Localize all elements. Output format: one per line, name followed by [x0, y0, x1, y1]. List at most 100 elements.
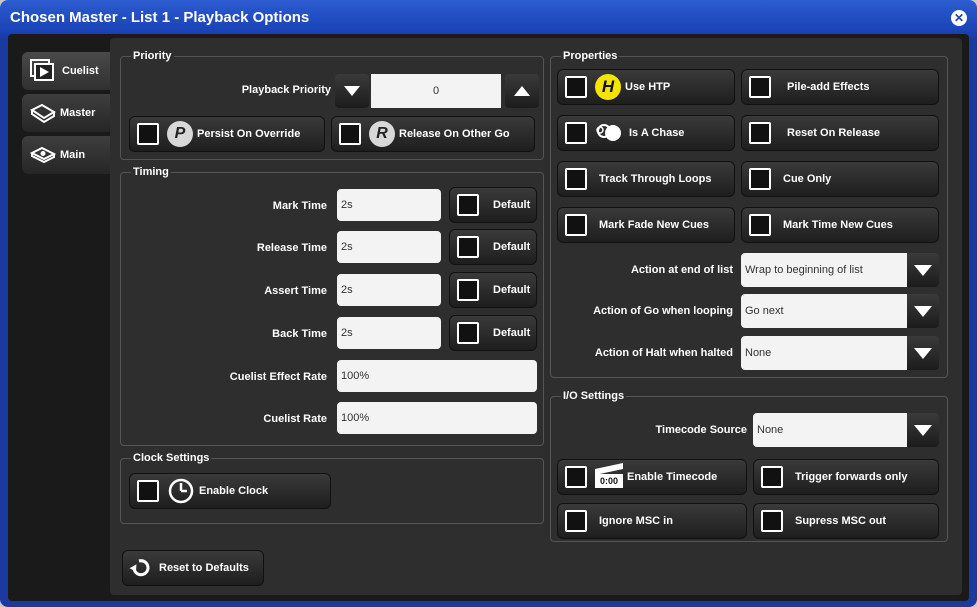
mark-fade-new-cues-checkbox[interactable] [565, 214, 587, 236]
content-panel: Priority Playback Priority 0 P Persist O… [110, 38, 962, 595]
io-settings-group-label: I/O Settings [561, 390, 627, 402]
enable-clock-button[interactable]: Enable Clock [129, 473, 331, 509]
mark-time-new-cues-button[interactable]: Mark Time New Cues [741, 207, 939, 243]
track-through-loops-button[interactable]: Track Through Loops [557, 161, 735, 197]
enable-timecode-checkbox[interactable] [565, 466, 587, 488]
default-label: Default [493, 284, 531, 296]
enable-clock-checkbox[interactable] [137, 480, 159, 502]
mark-fade-new-cues-button[interactable]: Mark Fade New Cues [557, 207, 735, 243]
ignore-msc-in-checkbox[interactable] [565, 510, 587, 532]
mark-time-default-button[interactable]: Default [449, 187, 537, 223]
close-icon[interactable]: ✕ [951, 10, 967, 26]
main-icon [30, 146, 56, 164]
cue-only-label: Cue Only [783, 173, 832, 185]
assert-time-default-checkbox[interactable] [457, 279, 479, 301]
reset-to-defaults-label: Reset to Defaults [159, 562, 249, 574]
mark-time-field[interactable]: 2s [337, 189, 441, 221]
reset-on-release-label: Reset On Release [787, 127, 880, 139]
mark-time-default-checkbox[interactable] [457, 194, 479, 216]
trigger-forwards-only-label: Trigger forwards only [795, 471, 908, 483]
is-a-chase-label: Is A Chase [629, 127, 685, 139]
tab-master-label: Master [60, 107, 96, 119]
cue-only-checkbox[interactable] [749, 168, 771, 190]
playback-priority-field[interactable]: 0 [371, 74, 501, 108]
window-title: Chosen Master - List 1 - Playback Option… [10, 8, 310, 26]
priority-decrement-button[interactable] [335, 74, 369, 108]
cuelist-effect-rate-field[interactable]: 100% [337, 360, 537, 392]
action-end-value: Wrap to beginning of list [741, 253, 907, 287]
action-end-dropdown[interactable]: Wrap to beginning of list [741, 253, 939, 287]
back-time-label: Back Time [272, 328, 327, 340]
priority-group-label: Priority [131, 50, 174, 62]
supress-msc-out-button[interactable]: Supress MSC out [753, 503, 939, 539]
timecode-source-value: None [753, 413, 907, 447]
default-label: Default [493, 327, 531, 339]
release-icon: R [369, 121, 395, 147]
playback-priority-label: Playback Priority [241, 84, 331, 96]
tab-main-label: Main [60, 149, 86, 161]
action-go-dropdown[interactable]: Go next [741, 294, 939, 328]
release-time-field[interactable]: 2s [337, 231, 441, 263]
default-label: Default [493, 199, 531, 211]
chevron-down-icon[interactable] [907, 294, 939, 328]
is-a-chase-checkbox[interactable] [565, 122, 587, 144]
timing-group-label: Timing [131, 166, 171, 178]
tab-cuelist[interactable]: Cuelist [22, 52, 122, 90]
mark-time-label: Mark Time [272, 200, 327, 212]
chevron-down-icon[interactable] [907, 413, 939, 447]
timing-group: Timing Mark Time 2s Default Release Time… [120, 166, 544, 446]
action-go-value: Go next [741, 294, 907, 328]
trigger-forwards-only-checkbox[interactable] [761, 466, 783, 488]
release-time-default-checkbox[interactable] [457, 236, 479, 258]
persist-on-override-label: Persist On Override [197, 128, 301, 140]
pile-add-effects-button[interactable]: Pile-add Effects [741, 69, 939, 105]
action-halt-value: None [741, 336, 907, 370]
release-time-default-button[interactable]: Default [449, 229, 537, 265]
action-halt-dropdown[interactable]: None [741, 336, 939, 370]
persist-on-override-checkbox[interactable] [137, 123, 159, 145]
reset-to-defaults-button[interactable]: Reset to Defaults [122, 550, 264, 586]
release-on-other-go-label: Release On Other Go [399, 128, 510, 140]
assert-time-default-button[interactable]: Default [449, 272, 537, 308]
timecode-source-label: Timecode Source [655, 424, 748, 436]
supress-msc-out-checkbox[interactable] [761, 510, 783, 532]
default-label: Default [493, 241, 531, 253]
supress-msc-out-label: Supress MSC out [795, 515, 887, 527]
trigger-forwards-only-button[interactable]: Trigger forwards only [753, 459, 939, 495]
triangle-down-icon [344, 86, 360, 96]
track-through-loops-checkbox[interactable] [565, 168, 587, 190]
release-on-other-go-button[interactable]: R Release On Other Go [331, 116, 535, 152]
back-time-field[interactable]: 2s [337, 317, 441, 349]
is-a-chase-button[interactable]: Is A Chase [557, 115, 735, 151]
action-halt-label: Action of Halt when halted [594, 347, 733, 359]
tab-main[interactable]: Main [22, 136, 110, 174]
reset-on-release-button[interactable]: Reset On Release [741, 115, 939, 151]
chevron-down-icon[interactable] [907, 336, 939, 370]
use-htp-checkbox[interactable] [565, 76, 587, 98]
enable-timecode-button[interactable]: 0:00 Enable Timecode [557, 459, 747, 495]
priority-increment-button[interactable] [505, 74, 539, 108]
mark-time-new-cues-checkbox[interactable] [749, 214, 771, 236]
cuelist-rate-field[interactable]: 100% [337, 402, 537, 434]
back-time-default-button[interactable]: Default [449, 315, 537, 351]
timecode-source-dropdown[interactable]: None [753, 413, 939, 447]
enable-clock-label: Enable Clock [199, 485, 269, 497]
release-time-label: Release Time [256, 242, 327, 254]
action-go-label: Action of Go when looping [593, 305, 733, 317]
persist-on-override-button[interactable]: P Persist On Override [129, 116, 325, 152]
back-time-default-checkbox[interactable] [457, 322, 479, 344]
ignore-msc-in-button[interactable]: Ignore MSC in [557, 503, 747, 539]
use-htp-label: Use HTP [625, 81, 671, 93]
chevron-down-icon[interactable] [907, 253, 939, 287]
release-on-other-go-checkbox[interactable] [339, 123, 361, 145]
assert-time-field[interactable]: 2s [337, 274, 441, 306]
cuelist-effect-rate-label: Cuelist Effect Rate [229, 371, 327, 383]
pile-add-effects-checkbox[interactable] [749, 76, 771, 98]
title-bar: Chosen Master - List 1 - Playback Option… [0, 0, 977, 34]
tab-master[interactable]: Master [22, 94, 110, 132]
reset-on-release-checkbox[interactable] [749, 122, 771, 144]
mark-time-new-cues-label: Mark Time New Cues [783, 219, 893, 231]
use-htp-button[interactable]: H Use HTP [557, 69, 735, 105]
master-icon [30, 103, 56, 124]
cue-only-button[interactable]: Cue Only [741, 161, 939, 197]
